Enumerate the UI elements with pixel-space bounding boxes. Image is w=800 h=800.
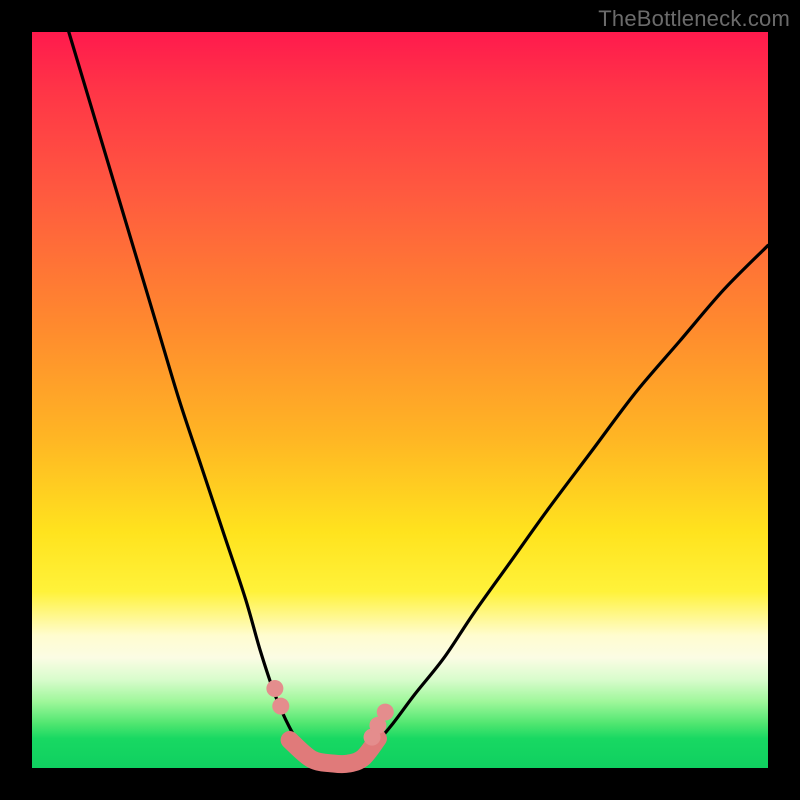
data-marker <box>377 704 394 721</box>
chart-plot-area <box>32 32 768 768</box>
chart-svg <box>32 32 768 768</box>
curve-left <box>69 32 316 764</box>
curve-right <box>356 245 768 764</box>
watermark-text: TheBottleneck.com <box>598 6 790 32</box>
data-marker <box>272 698 289 715</box>
chart-frame: TheBottleneck.com <box>0 0 800 800</box>
floor-segment <box>290 739 378 765</box>
data-marker <box>266 680 283 697</box>
